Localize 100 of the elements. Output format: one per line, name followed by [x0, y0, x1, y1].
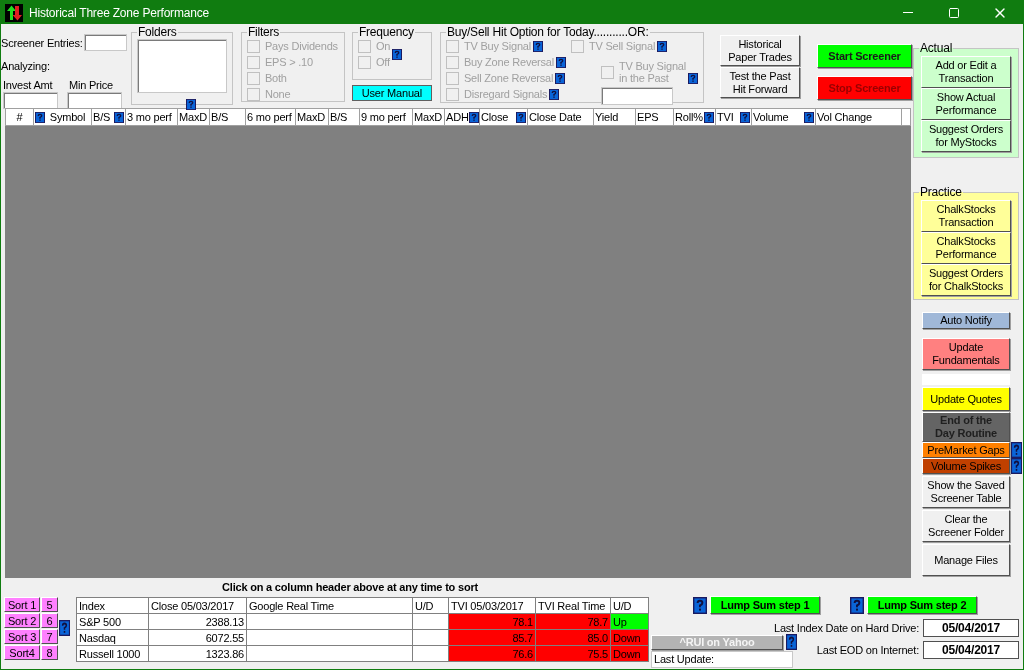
checkbox-label: Both: [264, 72, 287, 84]
checkbox-label: TV Buy Signal in the Past: [618, 60, 686, 84]
practice-button[interactable]: Suggest Orders for ChalkStocks: [921, 264, 1011, 296]
tool-button[interactable]: Auto Notify: [922, 312, 1010, 329]
group-title: Buy/Sell Hit Option for Today...........OR:: [445, 26, 650, 38]
lump-sum-button[interactable]: Lump Sum step 2: [867, 596, 977, 614]
help-icon[interactable]: [549, 88, 560, 100]
column-header[interactable]: Roll%: [674, 109, 716, 125]
column-header[interactable]: B/S: [210, 109, 246, 125]
screener-entries-field[interactable]: [83, 34, 127, 51]
help-icon[interactable]: [516, 111, 526, 123]
sort-button[interactable]: 6: [41, 613, 58, 628]
column-header: U/D: [610, 597, 649, 614]
checkbox-label: On: [375, 40, 391, 52]
last-update-field: Last Update:: [651, 651, 793, 668]
help-icon[interactable]: [850, 596, 864, 614]
tool-button[interactable]: Clear the Screener Folder: [922, 510, 1010, 542]
lump-sum-button[interactable]: Lump Sum step 1: [710, 596, 820, 614]
screener-button[interactable]: Start Screener: [817, 44, 912, 68]
column-header[interactable]: Close: [480, 109, 528, 125]
help-icon[interactable]: [185, 99, 196, 110]
eod-date-field: 05/04/2017: [923, 641, 1019, 659]
column-header[interactable]: B/S: [329, 109, 360, 125]
checkbox-label: TV Buy Signal: [463, 40, 531, 52]
practice-button[interactable]: ChalkStocks Performance: [921, 232, 1011, 264]
help-icon[interactable]: [704, 111, 714, 123]
sort-button[interactable]: Sort 3: [4, 629, 40, 644]
column-header: Google Real Time: [246, 597, 413, 614]
tool-button[interactable]: Show the Saved Screener Table: [922, 476, 1010, 508]
column-header: Close 05/03/2017: [148, 597, 247, 614]
analyzing-label: Analyzing:: [1, 60, 51, 72]
sort-button[interactable]: Sort 1: [4, 597, 40, 612]
actual-button[interactable]: Show Actual Performance: [921, 88, 1011, 120]
practice-button[interactable]: ChalkStocks Transaction: [921, 200, 1011, 232]
checkbox-label: EPS > .10: [264, 56, 313, 68]
sort-button[interactable]: 8: [41, 645, 58, 660]
field-label: Invest Amt: [3, 79, 54, 91]
group-title: Filters: [246, 26, 281, 38]
minimize-icon: [903, 12, 913, 13]
help-icon[interactable]: [35, 111, 45, 123]
tool-button[interactable]: Update Fundamentals: [922, 338, 1010, 370]
column-header[interactable]: TVI: [716, 109, 752, 125]
checkbox-label: None: [264, 88, 291, 100]
help-icon[interactable]: [740, 111, 750, 123]
checkbox-label: Pays Dividends: [264, 40, 338, 52]
checkbox-label: TV Sell Signal: [588, 40, 656, 52]
field-label: Min Price: [69, 79, 114, 91]
tool-button[interactable]: PreMarket Gaps: [922, 442, 1010, 458]
column-header[interactable]: Yield: [594, 109, 636, 125]
help-icon[interactable]: [468, 111, 479, 123]
actual-button[interactable]: Add or Edit a Transaction: [921, 56, 1011, 88]
column-header[interactable]: ADH: [445, 109, 480, 125]
help-icon[interactable]: [657, 40, 668, 52]
past-signal-field[interactable]: [600, 87, 673, 105]
help-icon[interactable]: [114, 111, 124, 123]
help-icon[interactable]: [555, 72, 566, 84]
help-icon[interactable]: [804, 111, 814, 123]
column-header[interactable]: MaxD: [296, 109, 329, 125]
tool-button[interactable]: Volume Spikes: [922, 458, 1010, 474]
user-manual-button[interactable]: User Manual: [351, 85, 432, 101]
history-button[interactable]: Historical Paper Trades: [720, 35, 800, 66]
help-icon[interactable]: [392, 48, 403, 60]
column-header[interactable]: Symbol: [34, 109, 92, 125]
eod-date-label: Last EOD on Internet:: [816, 644, 919, 656]
actual-button[interactable]: Suggest Orders for MyStocks: [921, 120, 1011, 152]
column-header[interactable]: 9 mo perf: [360, 109, 413, 125]
column-header[interactable]: 3 mo perf: [126, 109, 178, 125]
app-icon: [5, 3, 23, 22]
folders-list[interactable]: [136, 39, 227, 93]
checkbox-label: Disregard Signals: [463, 88, 548, 100]
field-label: Screener Entries:: [1, 36, 83, 49]
help-icon[interactable]: [693, 596, 707, 614]
sort-button[interactable]: 7: [41, 629, 58, 644]
index-date-field: 05/04/2017: [923, 619, 1019, 637]
column-header[interactable]: Vol Change: [816, 109, 902, 125]
help-icon[interactable]: [556, 56, 567, 68]
column-header: Index: [76, 597, 149, 614]
tool-button[interactable]: Manage Files: [922, 544, 1010, 576]
history-button[interactable]: Test the Past Hit Forward: [720, 67, 800, 98]
sort-button[interactable]: Sort4: [4, 645, 40, 660]
checkbox-label: Off: [375, 56, 390, 68]
column-header[interactable]: 6 mo perf: [246, 109, 296, 125]
column-header[interactable]: MaxD: [413, 109, 445, 125]
column-header[interactable]: EPS: [636, 109, 674, 125]
window-title: Historical Three Zone Performance: [29, 5, 210, 20]
sort-caption: Click on a column header above at any time to sort: [221, 580, 479, 595]
column-header[interactable]: Volume: [752, 109, 816, 125]
group-title: Actual: [919, 42, 954, 54]
help-icon[interactable]: [533, 40, 543, 52]
column-header[interactable]: B/S: [92, 109, 126, 125]
sort-button[interactable]: 5: [41, 597, 58, 612]
column-header: TVI 05/03/2017: [448, 597, 536, 614]
checkbox-label: Buy Zone Reversal: [463, 56, 555, 68]
column-header[interactable]: #: [6, 109, 34, 125]
column-header[interactable]: MaxD: [178, 109, 210, 125]
sort-button[interactable]: Sort 2: [4, 613, 40, 628]
column-header[interactable]: Close Date: [528, 109, 594, 125]
tool-button[interactable]: Update Quotes: [922, 387, 1010, 411]
column-header: U/D: [412, 597, 449, 614]
column-header: TVI Real Time: [535, 597, 611, 614]
